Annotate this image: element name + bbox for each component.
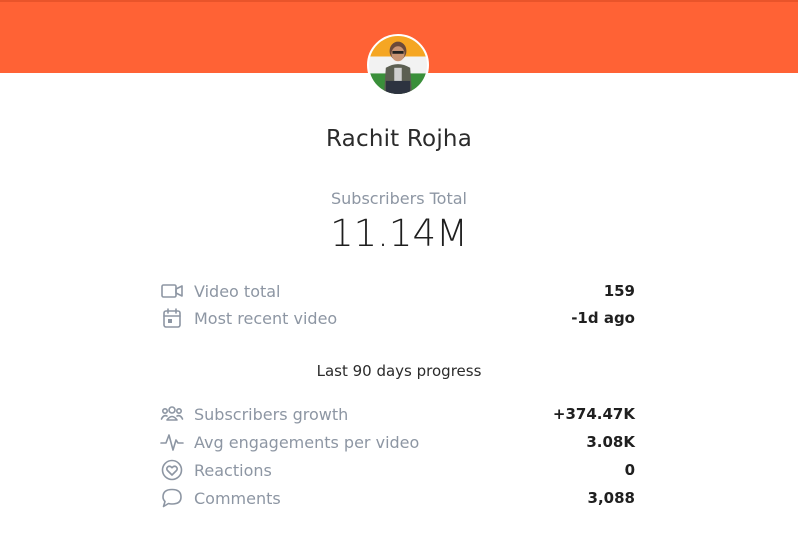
heart-circle-icon <box>160 458 184 482</box>
avatar[interactable] <box>367 34 429 96</box>
stat-label: Reactions <box>194 460 272 480</box>
video-camera-icon <box>160 279 184 303</box>
stat-row-most-recent-video: Most recent video -1d ago <box>160 306 635 330</box>
pulse-icon <box>160 430 184 454</box>
speech-bubble-icon <box>160 486 184 510</box>
stat-label: Most recent video <box>194 308 338 328</box>
calendar-icon <box>160 306 184 330</box>
stat-row-subscribers-growth: Subscribers growth +374.47K <box>160 402 635 426</box>
stat-label: Subscribers growth <box>194 404 349 424</box>
stat-row-reactions: Reactions 0 <box>160 458 635 482</box>
stat-label: Avg engagements per video <box>194 432 420 452</box>
stat-value: 3.08K <box>586 433 635 451</box>
stat-label: Comments <box>194 488 281 508</box>
stat-row-video-total: Video total 159 <box>160 279 635 303</box>
stat-value: -1d ago <box>571 309 635 327</box>
stat-value: 0 <box>624 461 635 479</box>
stat-row-comments: Comments 3,088 <box>160 486 635 510</box>
stat-value: +374.47K <box>552 405 635 423</box>
subscribers-total-value: 11.14M <box>330 212 468 255</box>
stat-label: Video total <box>194 281 281 301</box>
users-icon <box>160 402 184 426</box>
subscribers-total-label: Subscribers Total <box>331 189 467 208</box>
stat-value: 3,088 <box>587 489 635 507</box>
channel-name: Rachit Rojha <box>326 126 472 152</box>
stat-value: 159 <box>603 282 635 300</box>
progress-section-title: Last 90 days progress <box>316 362 482 380</box>
avatar-image <box>369 36 427 94</box>
stat-row-avg-engagements: Avg engagements per video 3.08K <box>160 430 635 454</box>
